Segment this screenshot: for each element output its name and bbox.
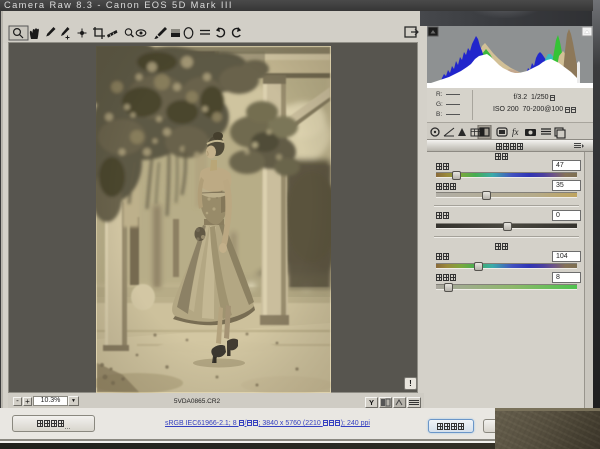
svg-text:fx: fx: [512, 127, 519, 137]
